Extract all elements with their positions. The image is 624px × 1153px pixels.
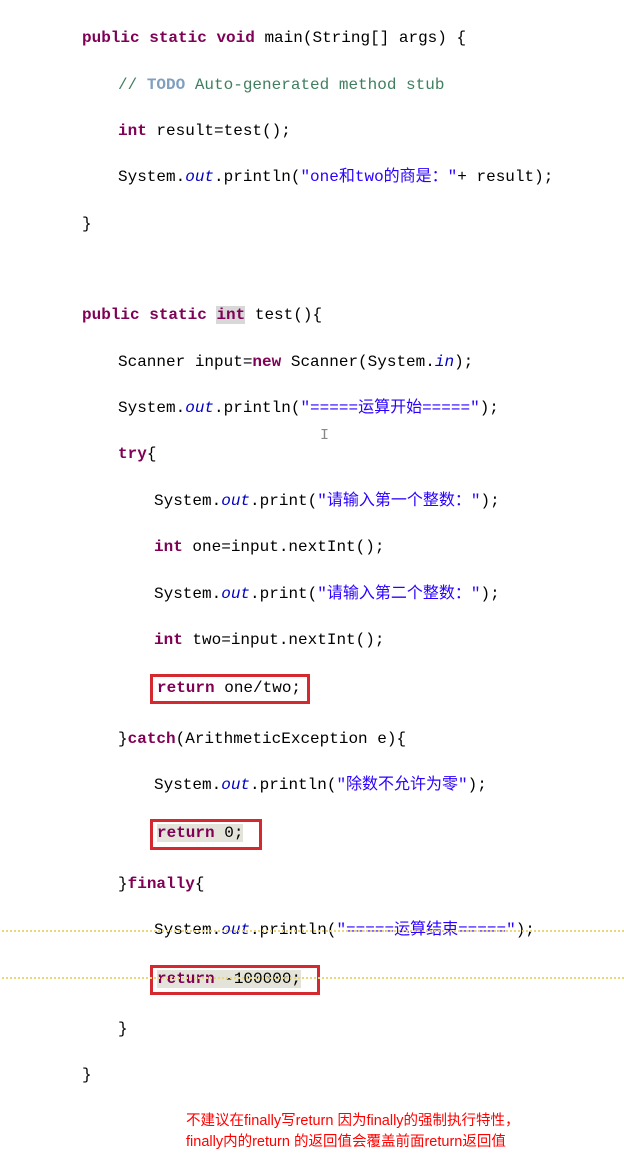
highlight-box-return-3: return -100000; [150,965,320,995]
highlight-box-return-2: return 0; [150,819,262,849]
code-line: }catch(ArithmeticException e){ [0,728,624,751]
code-line: return -100000; [0,966,624,995]
code-line: System.out.print("请输入第二个整数："); [0,583,624,606]
code-line: } [0,1064,624,1087]
code-line: int two=input.nextInt(); [0,629,624,652]
code-area: public static void main(String[] args) {… [0,4,624,1111]
annotation-note: 不建议在finally写return 因为finally的强制执行特性， fin… [0,1111,624,1153]
highlight-box-return-1: return one/two; [150,674,310,704]
code-line: return one/two; [0,675,624,704]
text-cursor-icon: I [320,425,329,447]
code-line: public static int test(){ [0,304,624,327]
code-line: Scanner input=new Scanner(System.in); [0,351,624,374]
annotation-line-1: 不建议在finally写return 因为finally的强制执行特性， [186,1111,624,1132]
code-line: } [0,213,624,236]
code-line: System.out.println("除数不允许为零"); [0,774,624,797]
code-line: System.out.println("=====运算开始====="); [0,397,624,420]
code-line: System.out.println("one和two的商是："+ result… [0,166,624,189]
code-line: } [0,1018,624,1041]
code-line: int one=input.nextInt(); [0,536,624,559]
code-line: int result=test(); [0,120,624,143]
code-line: // TODO Auto-generated method stub [0,74,624,97]
annotation-line-2: finally内的return 的返回值会覆盖前面return返回值 [186,1132,624,1153]
code-line: try{ [0,443,624,466]
code-line: }finally{ [0,873,624,896]
code-line: System.out.println("=====运算结束====="); [0,919,624,942]
code-line: public static void main(String[] args) { [0,27,624,50]
code-line: return 0; [0,820,624,849]
code-line: System.out.print("请输入第一个整数："); [0,490,624,513]
